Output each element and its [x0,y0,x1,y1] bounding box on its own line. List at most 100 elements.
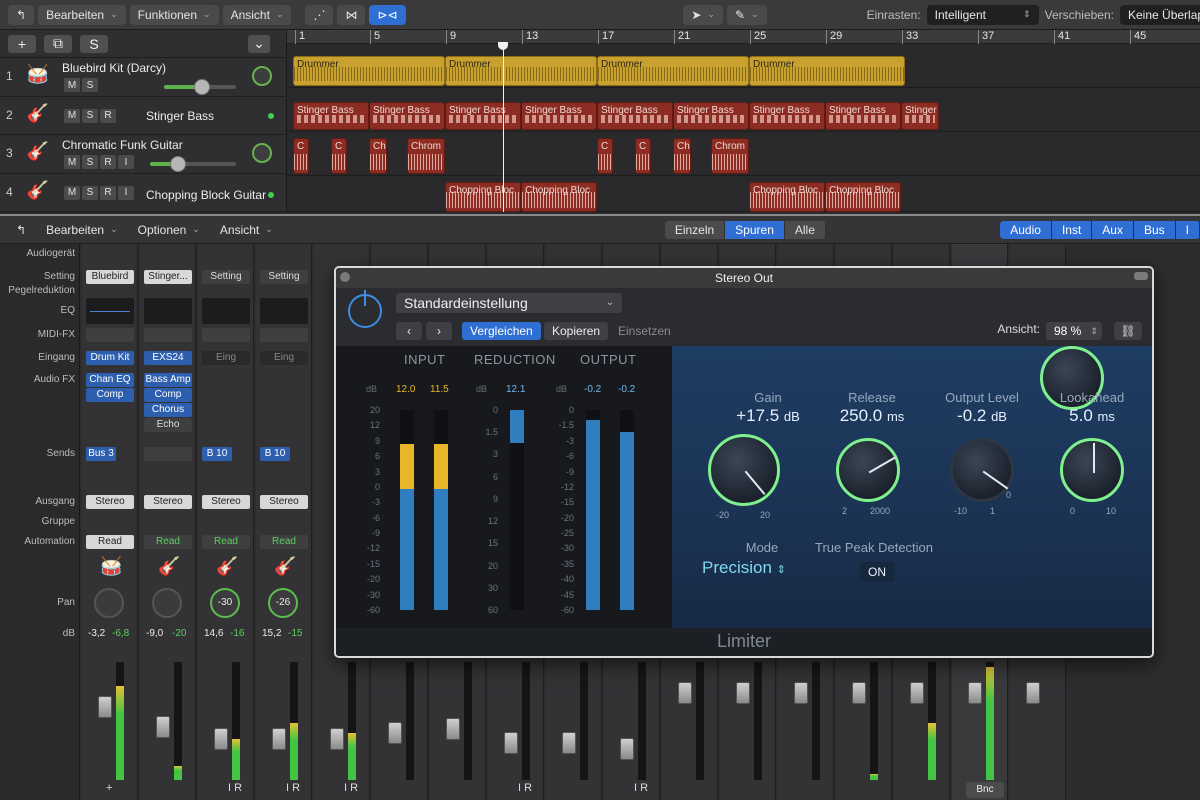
drummer-region[interactable]: Drummer [445,56,597,86]
fader-cap[interactable] [98,696,112,718]
funk-guitar-region[interactable]: Ch [369,138,387,174]
solo-button[interactable]: S [82,108,98,123]
fader-cap[interactable] [736,682,750,704]
paste-button[interactable]: Einsetzen [610,322,679,340]
track-row-1[interactable]: 1 🥁 Bluebird Kit (Darcy) M S [0,58,286,97]
bass-region[interactable]: Stinger Bass [673,102,749,130]
drummer-region[interactable]: Drummer [597,56,749,86]
move-select[interactable]: Keine Überlap [1120,4,1200,25]
power-icon[interactable] [348,290,382,328]
bass-region[interactable]: Stinger Bass [293,102,369,130]
audio-fx-slot[interactable]: Chan EQ [86,373,134,387]
send-slot[interactable]: B 10 [202,447,232,461]
volume-fader[interactable] [380,662,420,780]
output-slot[interactable]: Stereo [86,495,134,509]
drummer-region[interactable]: Drummer [749,56,905,86]
chopping-region[interactable]: Chopping Bloc [749,182,825,212]
add-button[interactable]: + [106,782,112,794]
fader-cap[interactable] [388,722,402,744]
drummer-region[interactable]: Drummer [293,56,445,86]
fader-cap[interactable] [852,682,866,704]
volume-fader[interactable] [670,662,710,780]
pan-knob[interactable] [94,588,124,618]
track-row-2[interactable]: 2 🎸 M S R Stinger Bass [0,97,286,135]
bar-ruler[interactable]: 1 5 9 13 17 21 25 29 33 37 41 45 [287,30,1200,44]
midi-fx-slot[interactable] [144,328,192,342]
output-slot[interactable]: Stereo [144,495,192,509]
funk-guitar-region[interactable]: C [293,138,309,174]
volume-thumb[interactable] [170,156,186,172]
volume-slider[interactable] [164,79,236,95]
send-slot[interactable] [144,447,192,461]
fader-cap[interactable] [794,682,808,704]
eq-display[interactable] [202,298,250,324]
fader-cap[interactable] [1026,682,1040,704]
setting-slot[interactable]: Bluebird [86,270,134,284]
pointer-tool-icon[interactable]: ➤ ⌄ [683,4,723,25]
output-slot[interactable]: Stereo [202,495,250,509]
track-name[interactable]: Chopping Block Guitar [146,188,266,202]
solo-button[interactable]: S [82,78,98,92]
fader-cap[interactable] [156,716,170,738]
mute-button[interactable]: M [64,155,80,169]
arrange-area[interactable]: 1 5 9 13 17 21 25 29 33 37 41 45 Drummer… [287,30,1200,212]
midi-fx-slot[interactable] [202,328,250,342]
volume-thumb[interactable] [194,79,210,95]
audio-fx-slot[interactable]: Comp [86,388,134,402]
view-menu[interactable]: Ansicht ⌄ [222,4,292,25]
back-icon[interactable]: ↰ [8,220,34,240]
audio-fx-slot[interactable]: Chorus [144,403,192,417]
setting-slot[interactable]: Setting [202,270,250,284]
bass-region[interactable]: Stinger [901,102,939,130]
filter-input[interactable]: I [1175,220,1200,239]
chopping-region[interactable]: Chopping Bloc [445,182,521,212]
resize-icon[interactable] [1134,272,1148,280]
volume-fader[interactable] [554,662,594,780]
volume-fader[interactable] [438,662,478,780]
true-peak-toggle[interactable]: ON [860,562,894,582]
send-slot[interactable]: B 10 [260,447,290,461]
prev-preset-button[interactable]: ‹ [396,322,422,340]
volume-fader[interactable] [264,662,304,780]
funk-guitar-region[interactable]: Ch [673,138,691,174]
bass-region[interactable]: Stinger Bass [445,102,521,130]
track-row-4[interactable]: 4 🎸 M S R I Chopping Block Guitar [0,174,286,212]
fader-cap[interactable] [620,738,634,760]
release-knob[interactable] [836,438,900,502]
preset-select[interactable]: Standardeinstellung ⌄ [396,293,622,313]
pan-knob[interactable] [252,143,272,163]
volume-fader[interactable] [1018,662,1058,780]
copy-button[interactable]: Kopieren [544,322,609,340]
mode-tracks[interactable]: Spuren [725,220,785,239]
volume-fader[interactable] [496,662,536,780]
volume-slider[interactable] [150,156,236,172]
track-row-3[interactable]: 3 🎸 Chromatic Funk Guitar M S R I [0,135,286,174]
input-slot[interactable]: Eing [260,351,308,365]
mute-button[interactable]: M [64,78,80,92]
add-track-button[interactable]: + [8,34,36,53]
volume-fader[interactable] [728,662,768,780]
bass-region[interactable]: Stinger Bass [597,102,673,130]
fader-cap[interactable] [504,732,518,754]
input-slot[interactable]: Drum Kit [86,351,134,365]
volume-fader[interactable] [786,662,826,780]
automation-slot[interactable]: Read [86,535,134,549]
mode-all[interactable]: Alle [785,220,826,239]
edit-menu[interactable]: Bearbeiten ⌄ [38,4,126,25]
record-button[interactable]: R [100,155,116,169]
mute-button[interactable]: M [64,185,80,200]
collapse-icon[interactable]: ⌄ [248,34,270,53]
audio-fx-slot[interactable]: Echo [144,418,192,432]
fader-cap[interactable] [910,682,924,704]
mixer-options-menu[interactable]: Optionen ⌄ [130,220,208,240]
funk-guitar-region[interactable]: Chrom [407,138,445,174]
funk-guitar-region[interactable]: C [597,138,613,174]
volume-fader[interactable] [960,662,1000,780]
funk-guitar-region[interactable]: Chrom [711,138,749,174]
filter-bus[interactable]: Bus [1133,220,1176,239]
lookahead-knob[interactable] [1060,438,1124,502]
record-button[interactable]: R [100,108,116,123]
bass-region[interactable]: Stinger Bass [825,102,901,130]
pan-knob[interactable] [152,588,182,618]
eq-display[interactable] [86,298,134,324]
